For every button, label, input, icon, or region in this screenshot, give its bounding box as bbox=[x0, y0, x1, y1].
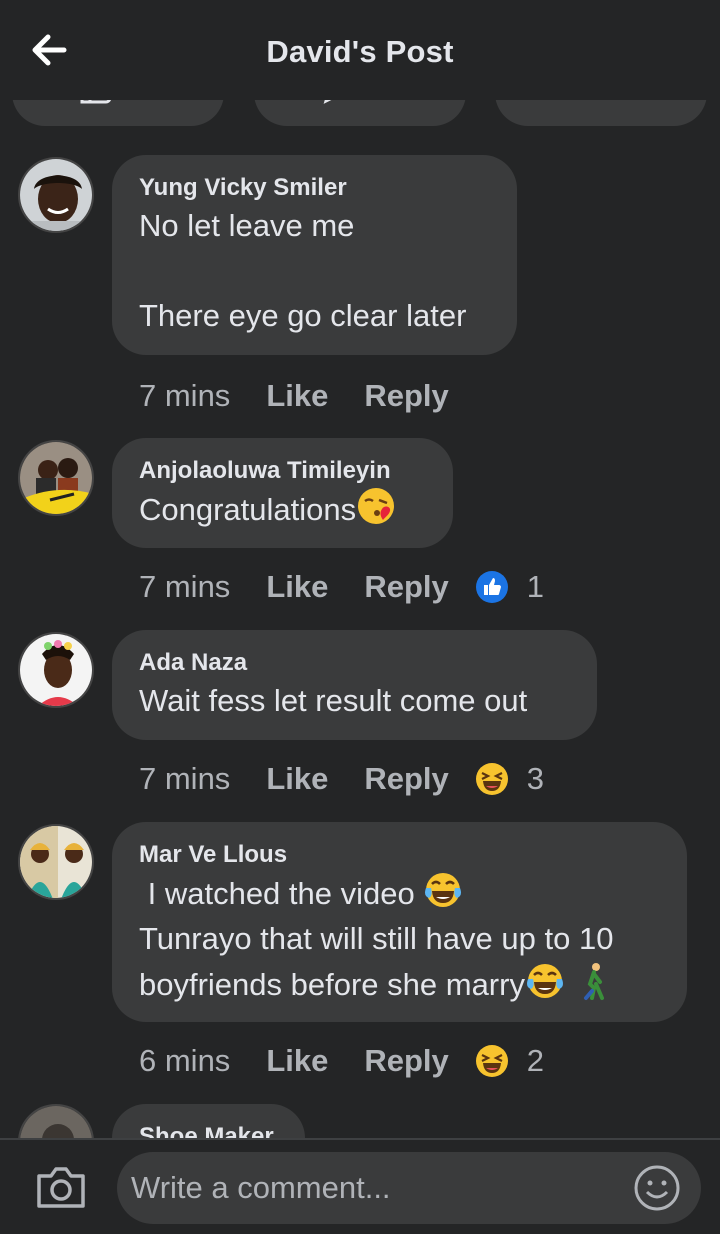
comment-author[interactable]: Ada Naza bbox=[139, 648, 571, 678]
tears-of-joy-emoji-icon bbox=[526, 964, 563, 998]
like-reaction-icon[interactable] bbox=[475, 570, 509, 604]
comment-bubble[interactable]: Shoe Maker bbox=[112, 1104, 305, 1138]
kissing-heart-emoji-icon bbox=[358, 488, 395, 524]
comment-author[interactable]: Mar Ve Llous bbox=[139, 840, 661, 870]
comment-time[interactable]: 7 mins bbox=[139, 567, 230, 607]
avatar[interactable] bbox=[18, 440, 94, 516]
haha-reaction-icon[interactable] bbox=[475, 762, 509, 796]
comment-actions: 6 mins Like Reply 2 bbox=[139, 1039, 544, 1081]
tears-of-joy-emoji-icon bbox=[425, 873, 462, 907]
person-walking-emoji-icon bbox=[583, 963, 604, 1000]
reaction-count[interactable]: 1 bbox=[527, 567, 544, 607]
comment-actions: 7 mins Like Reply bbox=[139, 374, 449, 416]
comment-composer: Write a comment... bbox=[0, 1138, 720, 1234]
comment-input-placeholder: Write a comment... bbox=[131, 1170, 391, 1205]
comments-feed[interactable]: 70 30 2 Yung Vicky Smiler No let leave m… bbox=[0, 0, 720, 1138]
reply-button[interactable]: Reply bbox=[364, 567, 448, 607]
comment-actions: 7 mins Like Reply 1 bbox=[139, 565, 544, 607]
camera-icon[interactable] bbox=[34, 1162, 88, 1212]
comment-input[interactable]: Write a comment... bbox=[117, 1152, 701, 1224]
avatar[interactable] bbox=[18, 632, 94, 708]
like-button[interactable]: Like bbox=[266, 1041, 328, 1081]
comment-author[interactable]: Yung Vicky Smiler bbox=[139, 173, 491, 203]
comment-text: No let leave me There eye go clear later bbox=[139, 208, 467, 333]
comment-author[interactable]: Shoe Maker bbox=[139, 1122, 279, 1138]
comment-text: I watched the video Tunrayo that will st… bbox=[139, 870, 661, 1007]
like-button[interactable]: Like bbox=[266, 567, 328, 607]
avatar[interactable] bbox=[18, 157, 94, 233]
comment-time[interactable]: 7 mins bbox=[139, 376, 230, 416]
top-bar: David's Post bbox=[0, 0, 720, 100]
comment-text-line: boyfriends before she marry bbox=[139, 967, 525, 1002]
comment-text: Congratulations bbox=[139, 486, 427, 532]
reply-button[interactable]: Reply bbox=[364, 1041, 448, 1081]
comment-bubble[interactable]: Anjolaoluwa Timileyin Congratulations bbox=[112, 438, 453, 548]
comment-time[interactable]: 6 mins bbox=[139, 1041, 230, 1081]
comment-text-line: Tunrayo that will still have up to 10 bbox=[139, 921, 614, 956]
comment-author[interactable]: Anjolaoluwa Timileyin bbox=[139, 456, 427, 486]
haha-reaction-icon[interactable] bbox=[475, 1044, 509, 1078]
comment-bubble[interactable]: Yung Vicky Smiler No let leave me There … bbox=[112, 155, 517, 355]
avatar[interactable] bbox=[18, 824, 94, 900]
like-button[interactable]: Like bbox=[266, 759, 328, 799]
avatar[interactable] bbox=[18, 1104, 94, 1138]
comment-bubble[interactable]: Mar Ve Llous I watched the video Tunrayo… bbox=[112, 822, 687, 1022]
reaction-count[interactable]: 3 bbox=[527, 759, 544, 799]
comment-time[interactable]: 7 mins bbox=[139, 759, 230, 799]
reply-button[interactable]: Reply bbox=[364, 759, 448, 799]
comment-bubble[interactable]: Ada Naza Wait fess let result come out bbox=[112, 630, 597, 740]
like-button[interactable]: Like bbox=[266, 376, 328, 416]
page-title: David's Post bbox=[266, 34, 454, 69]
reaction-count[interactable]: 2 bbox=[527, 1041, 544, 1081]
comment-text-content: Congratulations bbox=[139, 492, 357, 527]
comment-actions: 7 mins Like Reply 3 bbox=[139, 757, 544, 799]
emoji-smile-icon[interactable] bbox=[633, 1164, 681, 1212]
reply-button[interactable]: Reply bbox=[364, 376, 448, 416]
comment-text-line: I watched the video bbox=[139, 876, 424, 911]
comment-text: Wait fess let result come out bbox=[139, 683, 528, 718]
